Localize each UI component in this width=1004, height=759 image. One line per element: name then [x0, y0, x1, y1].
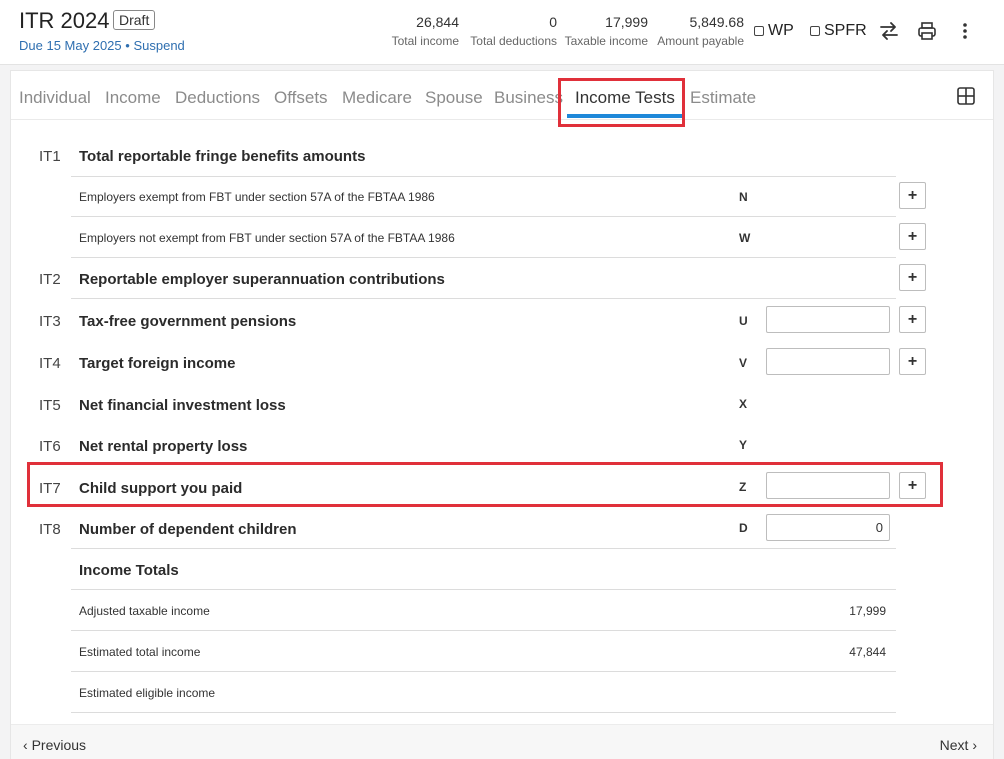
- divider: [71, 257, 896, 258]
- divider: [71, 548, 896, 549]
- divider: [71, 216, 896, 217]
- divider: [71, 671, 896, 672]
- previous-button[interactable]: ‹ Previous: [23, 737, 86, 753]
- row-code-it2: IT2: [39, 271, 61, 288]
- tab-offsets[interactable]: Offsets: [274, 88, 328, 108]
- row-code-it6: IT6: [39, 438, 61, 455]
- next-label: Next: [939, 737, 969, 753]
- header-bar: ITR 2024 Draft Due 15 May 2025 • Suspend…: [0, 0, 1004, 65]
- row-code-it4: IT4: [39, 355, 61, 372]
- tab-spouse[interactable]: Spouse: [425, 88, 483, 108]
- row-title-it3: Tax-free government pensions: [79, 313, 297, 330]
- row-title-it6: Net rental property loss: [79, 438, 248, 455]
- divider: [71, 298, 896, 299]
- due-separator: •: [125, 38, 130, 53]
- it3-amount-input[interactable]: [766, 306, 890, 333]
- row-code-it5: IT5: [39, 397, 61, 414]
- stat-label: Total deductions: [470, 34, 557, 48]
- divider: [71, 176, 896, 177]
- suspend-link[interactable]: Suspend: [133, 38, 184, 53]
- previous-label: Previous: [31, 737, 87, 753]
- estimated-total-value: 47,844: [849, 645, 886, 659]
- checkbox-box[interactable]: [754, 26, 764, 36]
- tab-individual[interactable]: Individual: [19, 88, 91, 108]
- spfr-checkbox[interactable]: SPFR: [810, 22, 867, 40]
- swap-icon[interactable]: [878, 20, 900, 42]
- checkbox-box[interactable]: [810, 26, 820, 36]
- add-it1-w-button[interactable]: +: [899, 223, 926, 250]
- chevron-left-icon: ‹: [23, 737, 28, 753]
- row-code-it1: IT1: [39, 148, 61, 165]
- footer-nav: ‹ Previous Next ›: [11, 724, 993, 759]
- row-code-it8: IT8: [39, 521, 61, 538]
- row-letter-u: U: [739, 314, 748, 328]
- row-letter-w: W: [739, 231, 751, 245]
- stat-value: 0: [549, 14, 557, 30]
- divider: [71, 630, 896, 631]
- add-it4-button[interactable]: +: [899, 348, 926, 375]
- print-icon[interactable]: [916, 20, 938, 42]
- row-code-it3: IT3: [39, 313, 61, 330]
- row-letter-d: D: [739, 521, 748, 535]
- tab-medicare[interactable]: Medicare: [342, 88, 412, 108]
- tab-estimate[interactable]: Estimate: [690, 88, 756, 108]
- row-letter-n: N: [739, 190, 748, 204]
- row-highlight-box: [27, 462, 943, 507]
- row-title-it4: Target foreign income: [79, 355, 236, 372]
- form-panel: Individual Income Deductions Offsets Med…: [10, 70, 994, 759]
- wp-label: WP: [768, 22, 794, 39]
- row-label-it1-w: Employers not exempt from FBT under sect…: [79, 231, 455, 245]
- grid-view-icon[interactable]: [957, 87, 975, 105]
- stat-label: Taxable income: [564, 34, 648, 48]
- stat-value: 26,844: [416, 14, 459, 30]
- row-letter-x: X: [739, 397, 748, 411]
- add-it2-button[interactable]: +: [899, 264, 926, 291]
- page-title: ITR 2024: [19, 8, 110, 33]
- stat-total-income: 26,844 Total income: [392, 14, 459, 48]
- income-totals-heading: Income Totals: [79, 562, 179, 579]
- tab-bar: Individual Income Deductions Offsets Med…: [11, 71, 993, 120]
- tab-business[interactable]: Business: [494, 88, 563, 108]
- estimated-eligible-label: Estimated eligible income: [79, 686, 216, 700]
- tab-deductions[interactable]: Deductions: [175, 88, 260, 108]
- estimated-total-label: Estimated total income: [79, 645, 201, 659]
- row-title-it8: Number of dependent children: [79, 521, 297, 538]
- wp-checkbox[interactable]: WP: [754, 22, 794, 40]
- stat-amount-payable: 5,849.68 Amount payable: [657, 14, 744, 48]
- chevron-right-icon: ›: [972, 737, 977, 753]
- next-button[interactable]: Next ›: [940, 737, 977, 753]
- stat-taxable-income: 17,999 Taxable income: [565, 14, 648, 48]
- divider: [71, 712, 896, 713]
- tab-income[interactable]: Income: [105, 88, 161, 108]
- due-prefix: Due: [19, 38, 43, 53]
- stat-label: Amount payable: [657, 34, 744, 48]
- row-title-it2: Reportable employer superannuation contr…: [79, 271, 445, 288]
- add-it1-n-button[interactable]: +: [899, 182, 926, 209]
- add-it3-button[interactable]: +: [899, 306, 926, 333]
- it4-amount-input[interactable]: [766, 348, 890, 375]
- row-label-it1-n: Employers exempt from FBT under section …: [79, 190, 435, 204]
- stat-value: 5,849.68: [689, 14, 745, 30]
- tab-highlight-box: [558, 78, 685, 127]
- due-date-link[interactable]: 15 May 2025: [46, 38, 121, 53]
- adjusted-taxable-value: 17,999: [849, 604, 886, 618]
- dependent-children-input[interactable]: [766, 514, 890, 541]
- divider: [71, 589, 896, 590]
- due-line: Due 15 May 2025 • Suspend: [19, 38, 185, 53]
- adjusted-taxable-label: Adjusted taxable income: [79, 604, 210, 618]
- stat-value: 17,999: [605, 14, 648, 30]
- row-letter-y: Y: [739, 438, 748, 452]
- stat-total-deductions: 0 Total deductions: [470, 14, 557, 48]
- spfr-label: SPFR: [824, 22, 867, 39]
- row-title-it1: Total reportable fringe benefits amounts: [79, 148, 366, 165]
- row-title-it5: Net financial investment loss: [79, 397, 286, 414]
- stat-label: Total income: [391, 34, 459, 48]
- row-letter-v: V: [739, 356, 748, 370]
- status-badge: Draft: [113, 10, 156, 30]
- more-vertical-icon[interactable]: [954, 20, 976, 42]
